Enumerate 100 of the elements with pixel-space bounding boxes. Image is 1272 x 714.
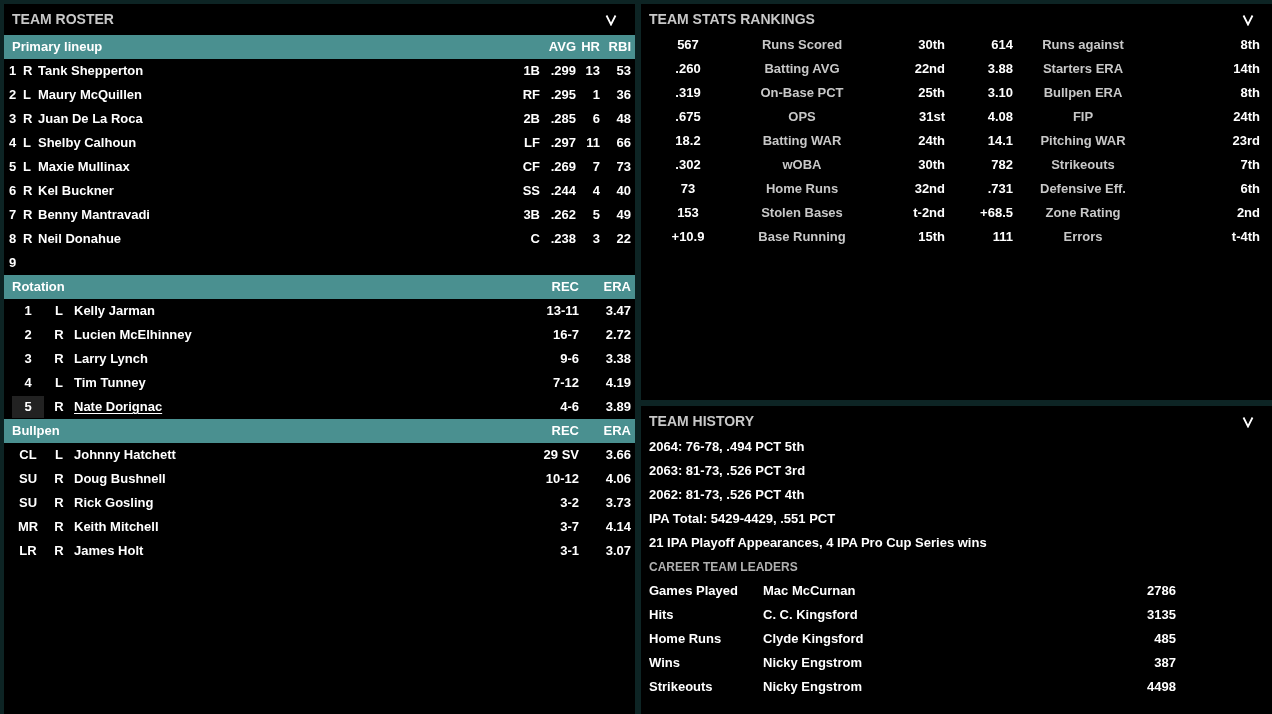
stat-rank: 23rd [1231, 132, 1260, 150]
stat-rank: 32nd [913, 180, 945, 198]
table-cell-text: .244 [549, 182, 576, 201]
stat-label: Runs Scored [760, 36, 844, 54]
table-cell-text: 29 SV [542, 446, 579, 465]
handedness: R [22, 182, 34, 201]
player-name[interactable]: Larry Lynch [74, 349, 148, 369]
player-name[interactable]: Keith Mitchell [74, 517, 159, 537]
stat-label: Batting WAR [761, 132, 843, 150]
table-cell-text: 66 [615, 134, 632, 153]
handedness: L [54, 374, 64, 393]
player-name[interactable]: James Holt [74, 541, 144, 561]
player-name[interactable]: Shelby Calhoun [34, 133, 516, 153]
player-name[interactable]: Neil Donahue [34, 229, 516, 249]
table-cell-text: .297 [549, 134, 576, 153]
stat-value: 73 [679, 180, 697, 198]
table-cell-text: 3.47 [604, 302, 632, 321]
handedness: R [22, 62, 34, 81]
slot-label: 1 [23, 302, 33, 321]
column-header: REC [550, 278, 579, 297]
table-cell-text: .285 [549, 110, 576, 129]
stat-rank: 24th [1232, 108, 1260, 126]
slot-label: 5 [12, 396, 44, 418]
history-line: IPA Total: 5429-4429, .551 PCT [649, 510, 837, 528]
stat-rank: 6th [1239, 180, 1260, 198]
player-name[interactable]: Maxie Mullinax [34, 157, 516, 177]
player-name[interactable]: Maury McQuillen [34, 85, 516, 105]
column-header: AVG [547, 38, 576, 57]
player-name[interactable]: Lucien McElhinney [74, 325, 192, 345]
table-cell-text: 3.38 [604, 350, 632, 369]
stat-rank: 14th [1232, 60, 1260, 78]
history-line: 21 IPA Playoff Appearances, 4 IPA Pro Cup Series wins [649, 534, 988, 552]
table-cell-text: 4 [591, 182, 600, 201]
table-cell-text: 9-6 [559, 350, 579, 369]
panel-title: TEAM ROSTER [12, 10, 114, 29]
stat-label: Stolen Bases [760, 204, 844, 222]
stat-value: .319 [674, 84, 702, 102]
leader-value: 4498 [1146, 678, 1176, 697]
table-cell-text: .269 [549, 158, 576, 177]
table-cell-text: 22 [615, 230, 632, 249]
leader-value: 485 [1153, 630, 1176, 649]
stat-rank: 7th [1239, 156, 1260, 174]
table-cell-text: 5 [591, 206, 600, 225]
table-cell-text: .299 [549, 62, 576, 81]
section-title: Primary lineup [11, 38, 104, 57]
table-cell-text: 49 [615, 206, 632, 225]
chevron-down-icon[interactable] [605, 13, 617, 26]
stat-value: .731 [986, 180, 1013, 198]
stat-value: 3.10 [986, 84, 1013, 102]
column-header: ERA [602, 422, 632, 441]
chevron-down-icon[interactable] [1242, 13, 1254, 26]
handedness: R [22, 110, 34, 129]
table-cell-text: 73 [615, 158, 632, 177]
stat-label: Batting AVG [763, 60, 841, 78]
player-name[interactable]: Tim Tunney [74, 373, 146, 393]
leader-category: Strikeouts [649, 678, 714, 697]
table-cell-text: 4.06 [604, 470, 632, 489]
handedness: R [22, 230, 34, 249]
leader-name: Nicky Engstrom [763, 654, 863, 673]
position: 2B [522, 110, 540, 129]
stat-label: Bullpen ERA [1042, 84, 1124, 102]
handedness: R [53, 398, 65, 417]
slot-label: SU [17, 494, 39, 513]
history-line: 2062: 81-73, .526 PCT 4th [649, 486, 806, 504]
section-title: Bullpen [11, 422, 61, 441]
table-cell-text: 6 [591, 110, 600, 129]
lineup-number: 4 [8, 134, 18, 153]
position: SS [521, 182, 540, 201]
handedness: L [54, 446, 64, 465]
position: C [529, 230, 540, 249]
stat-rank: 8th [1239, 84, 1260, 102]
player-name[interactable]: Tank Shepperton [34, 61, 516, 81]
handedness: L [54, 302, 64, 321]
column-header: REC [550, 422, 579, 441]
lineup-number: 2 [8, 86, 18, 105]
player-name[interactable]: Johnny Hatchett [74, 445, 176, 465]
table-cell-text: 3.89 [604, 398, 632, 417]
table-cell-text: 13-11 [545, 302, 579, 321]
player-name[interactable]: Doug Bushnell [74, 469, 166, 489]
player-name[interactable]: Rick Gosling [74, 493, 154, 513]
table-cell-text: 13 [584, 62, 600, 81]
slot-label: LR [18, 542, 38, 561]
table-cell-text: 3-1 [559, 542, 579, 561]
player-name[interactable]: Kelly Jarman [74, 301, 155, 321]
player-name[interactable]: Juan De La Roca [34, 109, 516, 129]
stat-label: FIP [1071, 108, 1095, 126]
chevron-down-icon[interactable] [1242, 415, 1254, 428]
player-name[interactable]: Nate Dorignac [74, 397, 163, 417]
stat-rank: 15th [917, 228, 945, 246]
leader-value: 387 [1153, 654, 1176, 673]
stat-label: Zone Rating [1044, 204, 1122, 222]
player-name[interactable]: Kel Buckner [34, 181, 516, 201]
stat-value: 18.2 [674, 132, 702, 150]
stat-rank: 2nd [1235, 204, 1260, 222]
player-name[interactable]: Benny Mantravadi [34, 205, 516, 225]
table-cell-text: 2.72 [604, 326, 632, 345]
table-cell-text: 48 [615, 110, 632, 129]
lineup-number: 7 [8, 206, 18, 225]
stat-rank: 31st [917, 108, 945, 126]
slot-label: CL [18, 446, 38, 465]
